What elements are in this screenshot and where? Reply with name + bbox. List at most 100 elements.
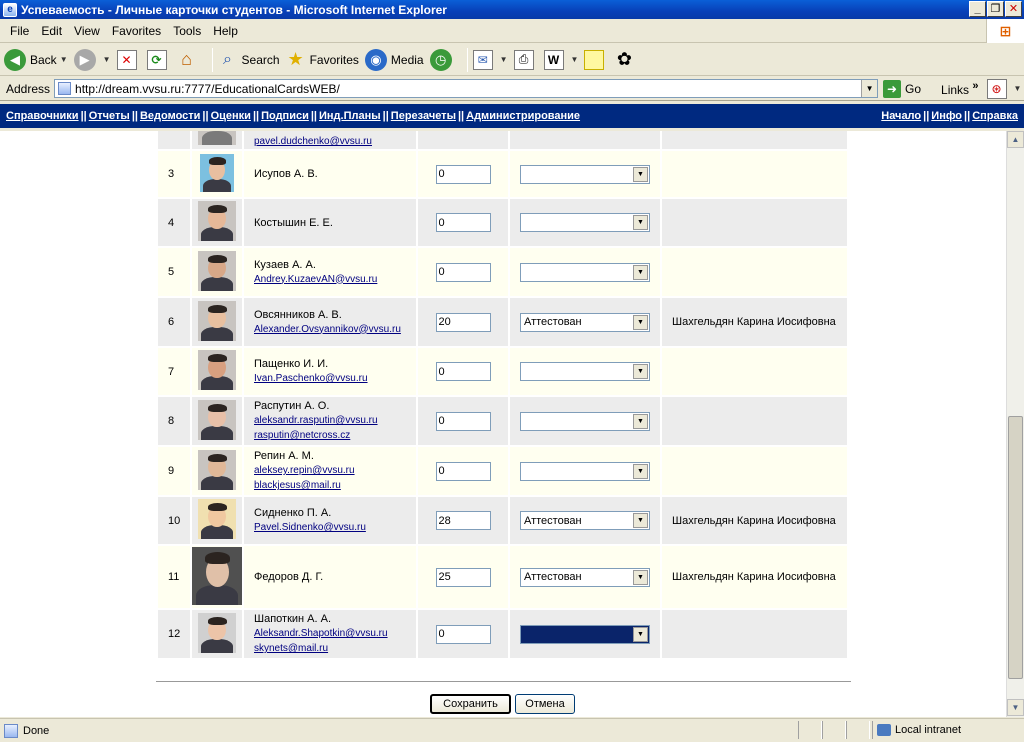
student-email-link[interactable]: aleksandr.rasputin@vvsu.ru [254, 415, 378, 426]
window-title-bar[interactable]: e Успеваемость - Личные карточки студент… [0, 0, 1024, 19]
row-number: 5 [158, 248, 190, 296]
minimize-button[interactable]: _ [969, 1, 986, 17]
nav-perezachety[interactable]: Перезачеты [391, 110, 456, 122]
back-button[interactable]: ◀ Back ▼ [4, 47, 68, 73]
refresh-icon: ⟳ [146, 49, 167, 70]
flower-icon: ✿ [616, 49, 632, 69]
forward-dropdown-icon[interactable]: ▼ [103, 55, 111, 64]
chevron-down-icon: ▼ [633, 626, 648, 642]
messenger-button[interactable]: ✿ [614, 47, 638, 73]
translate-icon[interactable]: ⊛ [986, 78, 1007, 99]
chevron-down-icon: ▼ [633, 215, 648, 230]
student-email-link[interactable]: blackjesus@mail.ru [254, 480, 341, 491]
student-photo [198, 399, 236, 440]
attestation-select[interactable]: Аттестован ▼ [520, 567, 650, 587]
discuss-button[interactable] [584, 47, 608, 73]
cancel-button[interactable]: Отмена [515, 694, 575, 714]
attestation-select[interactable]: Аттестован ▼ [520, 312, 650, 332]
chevron-down-icon: ▼ [633, 314, 648, 330]
menu-help[interactable]: Help [207, 24, 244, 38]
attestation-select[interactable]: ▼ [520, 262, 650, 282]
attestation-select[interactable]: ▼ [520, 624, 650, 644]
chevron-down-icon: ▼ [633, 364, 648, 379]
score-input[interactable]: 0 [435, 213, 491, 232]
score-input[interactable]: 0 [435, 362, 491, 381]
student-email-link[interactable]: aleksey.repin@vvsu.ru [254, 465, 355, 476]
attestation-select[interactable]: ▼ [520, 164, 650, 184]
media-label: Media [390, 52, 424, 67]
nav-otchety[interactable]: Отчеты [89, 110, 130, 122]
student-email-link[interactable]: pavel.dudchenko@vvsu.ru [254, 136, 372, 147]
site-navigation: Справочники || Отчеты || Ведомости || Оценки ||… [0, 104, 1024, 130]
scroll-thumb[interactable] [1008, 416, 1023, 679]
score-input[interactable]: 20 [435, 312, 491, 332]
mail-button[interactable]: ✉ ▼ [472, 47, 508, 73]
translate-dropdown-icon[interactable]: ▼ [1014, 84, 1022, 93]
back-arrow-icon: ◀ [4, 48, 26, 71]
attestation-select[interactable]: Аттестован ▼ [520, 511, 650, 530]
nav-spravka[interactable]: Справка [972, 110, 1018, 122]
media-button[interactable]: ◉ Media [364, 47, 424, 73]
student-photo [198, 300, 236, 341]
attestation-select[interactable]: ▼ [520, 213, 650, 232]
student-email-link[interactable]: rasputin@netcross.cz [254, 430, 350, 441]
nav-podpisi[interactable]: Подписи [261, 110, 309, 122]
attestation-select[interactable]: ▼ [520, 461, 650, 481]
nav-ind-plany[interactable]: Инд.Планы [319, 110, 381, 122]
menu-tools[interactable]: Tools [167, 24, 207, 38]
forward-button[interactable]: ▶ ▼ [73, 47, 111, 73]
address-dropdown-icon[interactable]: ▼ [861, 80, 878, 97]
address-bar: Address http://dream.vvsu.ru:7777/Educat… [0, 77, 1024, 101]
nav-administrirovanie[interactable]: Администрирование [466, 110, 580, 122]
edit-button[interactable]: W ▼ [543, 47, 579, 73]
edit-dropdown-icon[interactable]: ▼ [571, 55, 579, 64]
address-input[interactable]: http://dream.vvsu.ru:7777/EducationalCar… [54, 79, 879, 98]
student-email-link[interactable]: Aleksandr.Shapotkin@vvsu.ru [254, 628, 388, 639]
nav-info[interactable]: Инфо [931, 110, 962, 122]
student-email-link[interactable]: Pavel.Sidnenko@vvsu.ru [254, 522, 366, 533]
student-email-link[interactable]: skynets@mail.ru [254, 643, 328, 654]
score-input[interactable]: 0 [435, 164, 491, 184]
home-button[interactable]: ⌂ [177, 47, 201, 73]
print-button[interactable]: ⎙ [513, 47, 538, 73]
student-email-link[interactable]: Andrey.KuzaevAN@vvsu.ru [254, 274, 377, 285]
home-icon: ⌂ [181, 49, 192, 69]
address-label: Address [6, 81, 51, 96]
menu-view[interactable]: View [68, 24, 106, 38]
score-input[interactable]: 28 [435, 511, 491, 530]
nav-nachalo[interactable]: Начало [881, 110, 921, 122]
menu-edit[interactable]: Edit [35, 24, 68, 38]
vertical-scrollbar[interactable]: ▲ ▼ [1006, 131, 1024, 717]
refresh-button[interactable]: ⟳ [146, 47, 171, 73]
teacher-name [662, 151, 847, 197]
score-input[interactable]: 0 [435, 624, 491, 644]
score-input[interactable]: 25 [435, 567, 491, 587]
history-button[interactable]: ◷ [429, 47, 456, 73]
score-input[interactable]: 0 [435, 262, 491, 282]
attestation-select[interactable]: ▼ [520, 362, 650, 381]
close-button[interactable]: ✕ [1005, 1, 1022, 17]
stop-button[interactable]: ✕ [116, 47, 141, 73]
go-button[interactable]: ➜ Go [883, 79, 921, 98]
favorites-button[interactable]: ★ Favorites [286, 47, 358, 73]
chevron-down-icon: ▼ [633, 463, 648, 479]
attestation-select[interactable]: ▼ [520, 411, 650, 431]
links-toolbar[interactable]: Links » [941, 80, 978, 97]
restore-button[interactable]: ❐ [987, 1, 1004, 17]
score-input[interactable]: 0 [435, 461, 491, 481]
save-button[interactable]: Сохранить [430, 694, 511, 714]
score-input[interactable]: 0 [435, 411, 491, 431]
student-email-link[interactable]: Ivan.Paschenko@vvsu.ru [254, 373, 368, 384]
back-dropdown-icon[interactable]: ▼ [60, 55, 68, 64]
menu-favorites[interactable]: Favorites [106, 24, 167, 38]
nav-vedomosti[interactable]: Ведомости [140, 110, 200, 122]
nav-spravochniki[interactable]: Справочники [6, 110, 79, 122]
nav-otsenki[interactable]: Оценки [211, 110, 251, 122]
student-email-link[interactable]: Alexander.Ovsyannikov@vvsu.ru [254, 324, 401, 335]
scroll-up-icon[interactable]: ▲ [1007, 131, 1024, 148]
scroll-down-icon[interactable]: ▼ [1007, 699, 1024, 716]
address-url: http://dream.vvsu.ru:7777/EducationalCar… [75, 81, 340, 96]
search-button[interactable]: ⌕ Search [218, 47, 280, 73]
mail-dropdown-icon[interactable]: ▼ [500, 55, 508, 64]
menu-file[interactable]: File [4, 24, 35, 38]
